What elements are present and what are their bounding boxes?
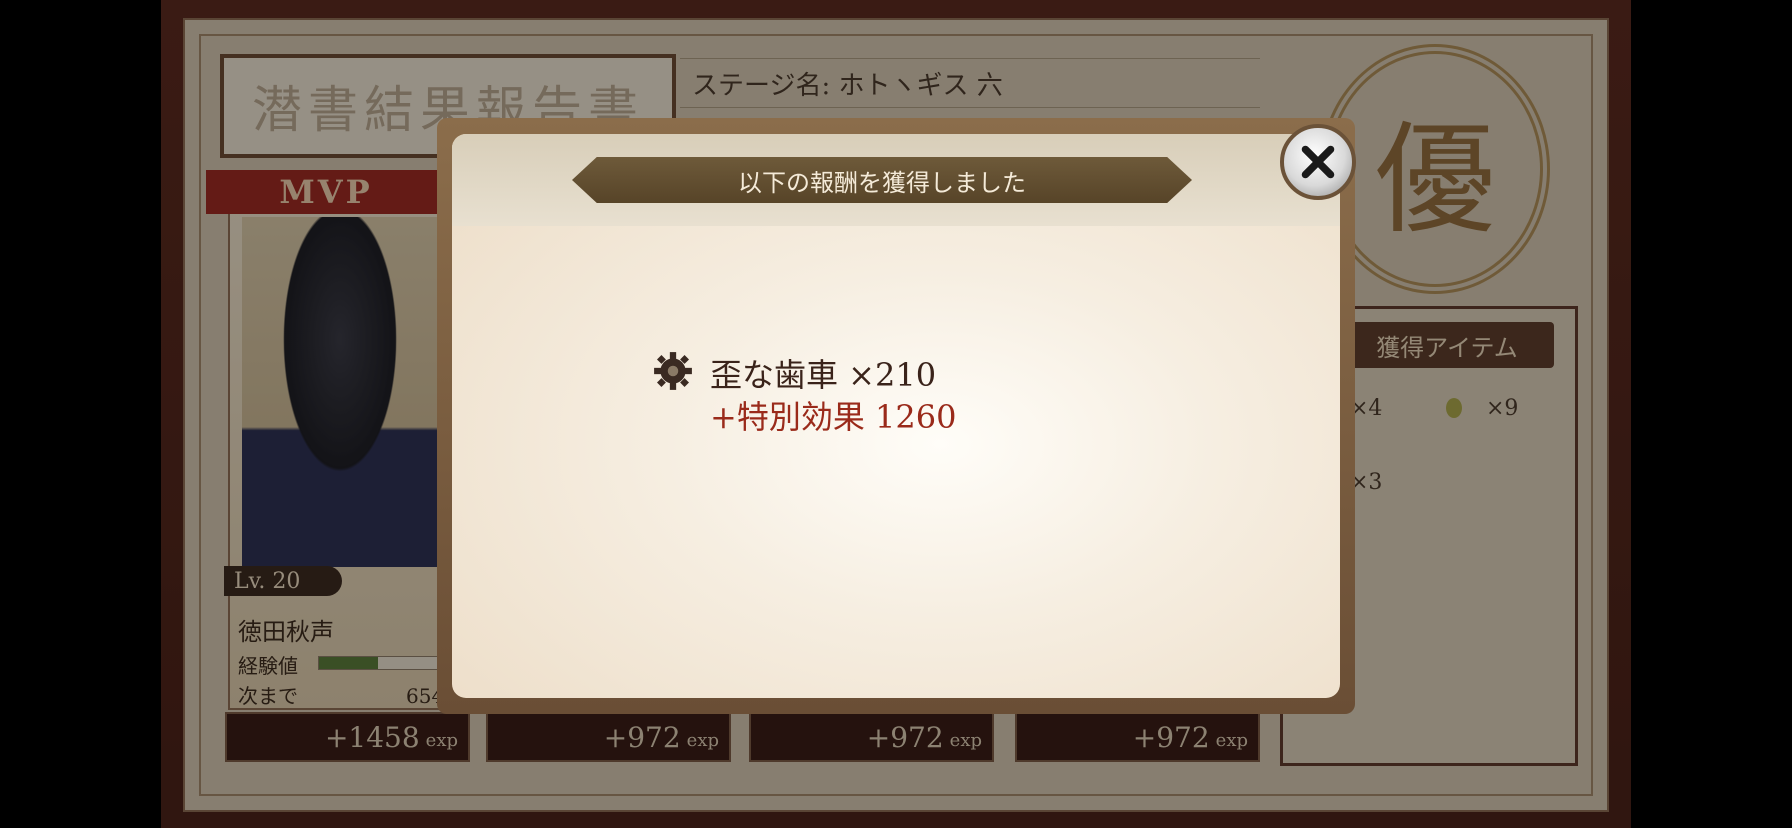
close-icon	[1301, 145, 1335, 179]
reward-modal-title: 以下の報酬を獲得しました	[572, 157, 1192, 203]
reward-item-name: 歪な歯車 ×210	[710, 356, 937, 394]
reward-bonus: +特別効果 1260	[710, 398, 957, 436]
gear-icon	[654, 352, 692, 390]
close-button[interactable]	[1280, 124, 1356, 200]
